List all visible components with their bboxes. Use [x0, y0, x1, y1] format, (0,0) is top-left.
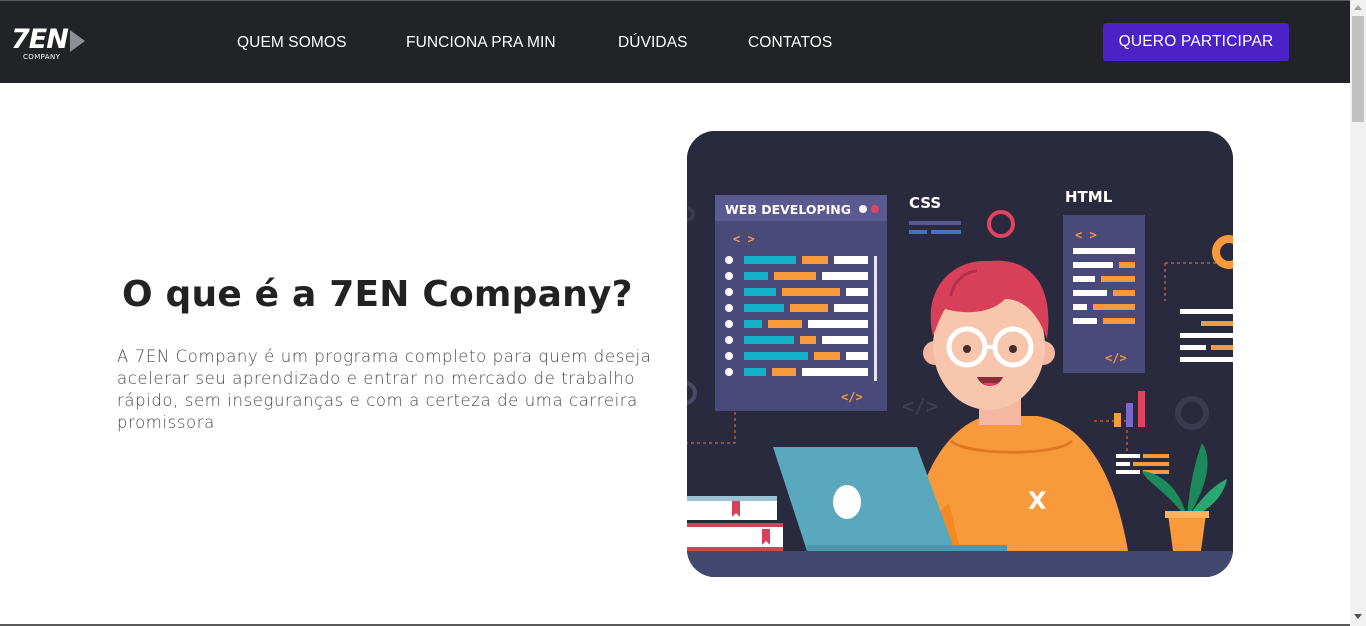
logo-subtitle: COMPANY	[23, 53, 61, 61]
css-label: CSS	[909, 194, 941, 212]
panel-code-open: < >	[733, 232, 755, 246]
nav-link-duvidas[interactable]: DÚVIDAS	[618, 34, 688, 52]
web-developing-panel	[715, 195, 887, 411]
shirt-mark: X	[1028, 487, 1047, 515]
books-icon	[687, 496, 783, 551]
html-code-open: < >	[1075, 228, 1097, 242]
logo-arrow-icon	[70, 30, 85, 52]
nav-link-funciona-pra-min[interactable]: FUNCIONA PRA MIN	[406, 34, 556, 52]
panel-title: WEB DEVELOPING	[725, 202, 851, 217]
scrollbar-thumb[interactable]	[1352, 16, 1364, 122]
hero-illustration: </> WEB DEVELOPING < > </> CSS HTML < > …	[687, 131, 1233, 577]
hero-description: A 7EN Company é um programa completo par…	[117, 347, 652, 432]
html-label: HTML	[1065, 188, 1113, 206]
panel-code-close: </>	[841, 390, 863, 404]
faint-code-icon: </>	[902, 394, 938, 418]
desk	[687, 551, 1233, 577]
nav-link-contatos[interactable]: CONTATOS	[748, 34, 832, 52]
scroll-up-arrow-icon[interactable]	[1354, 5, 1362, 10]
quero-participar-button[interactable]: QUERO PARTICIPAR	[1103, 23, 1289, 61]
html-code-close: </>	[1105, 351, 1127, 365]
hero-title: O que é a 7EN Company?	[122, 274, 633, 315]
developer-illustration: </> WEB DEVELOPING < > </> CSS HTML < > …	[687, 131, 1233, 577]
top-navbar: 7EN COMPANY QUEM SOMOS FUNCIONA PRA MIN …	[0, 0, 1350, 83]
brand-logo[interactable]: 7EN COMPANY	[11, 26, 87, 62]
nav-link-quem-somos[interactable]: QUEM SOMOS	[237, 34, 347, 52]
page-scrollbar[interactable]	[1350, 0, 1366, 626]
logo-wordmark: 7EN	[11, 24, 69, 55]
scroll-down-arrow-icon[interactable]	[1354, 614, 1362, 619]
